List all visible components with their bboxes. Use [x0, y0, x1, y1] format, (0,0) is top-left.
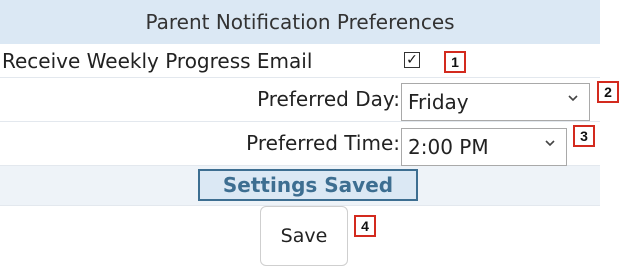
save-button[interactable]: Save	[260, 206, 348, 266]
annotation-badge-2: 2	[597, 81, 619, 103]
annotation-badge-4: 4	[354, 215, 376, 237]
settings-saved-status: Settings Saved	[198, 169, 418, 201]
check-icon: ✓	[406, 52, 418, 68]
form-header: Parent Notification Preferences	[0, 0, 600, 44]
weekly-email-checkbox[interactable]: ✓	[404, 52, 420, 68]
preferred-day-row: Preferred Day: Friday	[0, 78, 600, 122]
preferred-time-value: 2:00 PM	[408, 135, 489, 159]
save-row: Save	[0, 206, 600, 269]
preferred-time-row: Preferred Time: 2:00 PM	[0, 122, 600, 166]
preferred-day-select[interactable]: Friday	[401, 83, 590, 121]
preferred-day-value: Friday	[408, 90, 469, 114]
annotation-badge-3: 3	[573, 125, 595, 147]
preferred-time-select[interactable]: 2:00 PM	[401, 128, 567, 166]
annotation-badge-1: 1	[444, 51, 466, 73]
weekly-email-label: Receive Weekly Progress Email	[2, 49, 313, 73]
weekly-email-row: Receive Weekly Progress Email ✓	[0, 44, 600, 78]
preferred-time-label: Preferred Time:	[246, 131, 400, 155]
chevron-down-icon	[545, 140, 555, 147]
preferred-day-label: Preferred Day:	[257, 87, 400, 111]
form-title: Parent Notification Preferences	[145, 10, 455, 34]
status-row: Settings Saved	[0, 166, 600, 206]
chevron-down-icon	[568, 95, 578, 102]
